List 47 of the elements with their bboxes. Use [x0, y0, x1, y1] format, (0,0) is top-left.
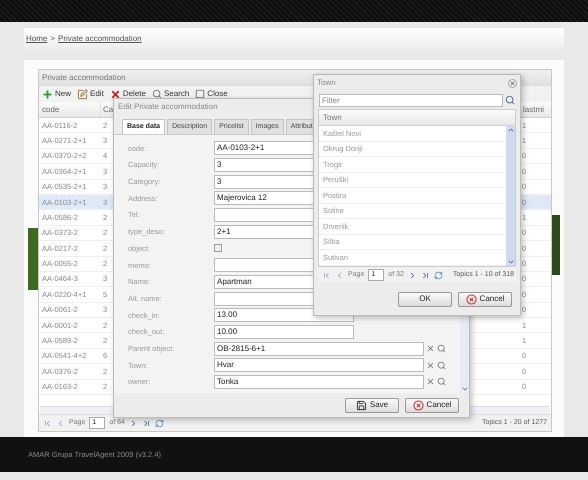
close-icon[interactable] — [508, 78, 517, 88]
toolbar-button[interactable]: Edit — [77, 88, 104, 100]
input-field[interactable]: Hvar — [214, 358, 424, 372]
search-icon[interactable] — [505, 95, 515, 105]
scroll-up-icon[interactable] — [506, 126, 514, 134]
clear-icon[interactable] — [426, 360, 435, 370]
edit-icon — [77, 88, 88, 100]
last-page-icon[interactable] — [142, 418, 151, 428]
dialog-title: Town — [317, 77, 336, 89]
delete-icon — [110, 88, 121, 100]
scroll-down-icon[interactable] — [506, 258, 514, 266]
checkbox[interactable] — [214, 244, 222, 252]
refresh-icon[interactable] — [434, 270, 443, 280]
toolbar-button[interactable]: Search — [152, 88, 190, 100]
window-icon — [195, 89, 206, 99]
input-field[interactable]: 10.00 — [214, 324, 354, 339]
search-icon[interactable] — [437, 344, 446, 354]
search-icon[interactable] — [437, 377, 446, 386]
dialog-button[interactable]: Cancel — [458, 292, 512, 306]
search-icon — [152, 89, 162, 99]
floppy-icon — [356, 400, 367, 410]
input-field[interactable]: Tonka — [214, 374, 424, 389]
column-header[interactable]: Town — [319, 110, 515, 126]
cancel-icon — [466, 294, 477, 304]
dialog-button[interactable]: OK — [398, 292, 452, 306]
dialog-button[interactable]: Save — [345, 398, 399, 412]
clear-icon[interactable] — [426, 377, 435, 386]
column-header[interactable]: Ca — [101, 102, 117, 117]
filter-field[interactable]: Filter — [319, 94, 503, 106]
column-header[interactable]: code — [39, 102, 101, 117]
scroll-down-icon[interactable] — [460, 385, 468, 393]
toolbar-button[interactable]: Delete — [110, 88, 146, 100]
dialog-title: Edit Private accommodation — [118, 101, 218, 113]
input-field[interactable]: OB-2815-6+1 — [214, 342, 424, 356]
search-icon[interactable] — [437, 360, 446, 370]
cancel-icon — [412, 400, 424, 410]
vertical-scrollbar[interactable] — [506, 126, 515, 266]
toolbar-button[interactable]: Close — [195, 88, 228, 100]
refresh-icon[interactable] — [154, 418, 164, 428]
dialog-button[interactable]: Cancel — [405, 398, 459, 412]
breadcrumb-separator: > — [50, 33, 56, 45]
toolbar-button[interactable]: New — [42, 88, 72, 100]
clear-icon[interactable] — [426, 344, 435, 354]
breadcrumb-link[interactable]: Private accommodation — [58, 33, 142, 45]
breadcrumb-link[interactable]: Home — [26, 33, 48, 45]
last-page-icon[interactable] — [420, 270, 430, 280]
plus-icon — [42, 88, 53, 100]
